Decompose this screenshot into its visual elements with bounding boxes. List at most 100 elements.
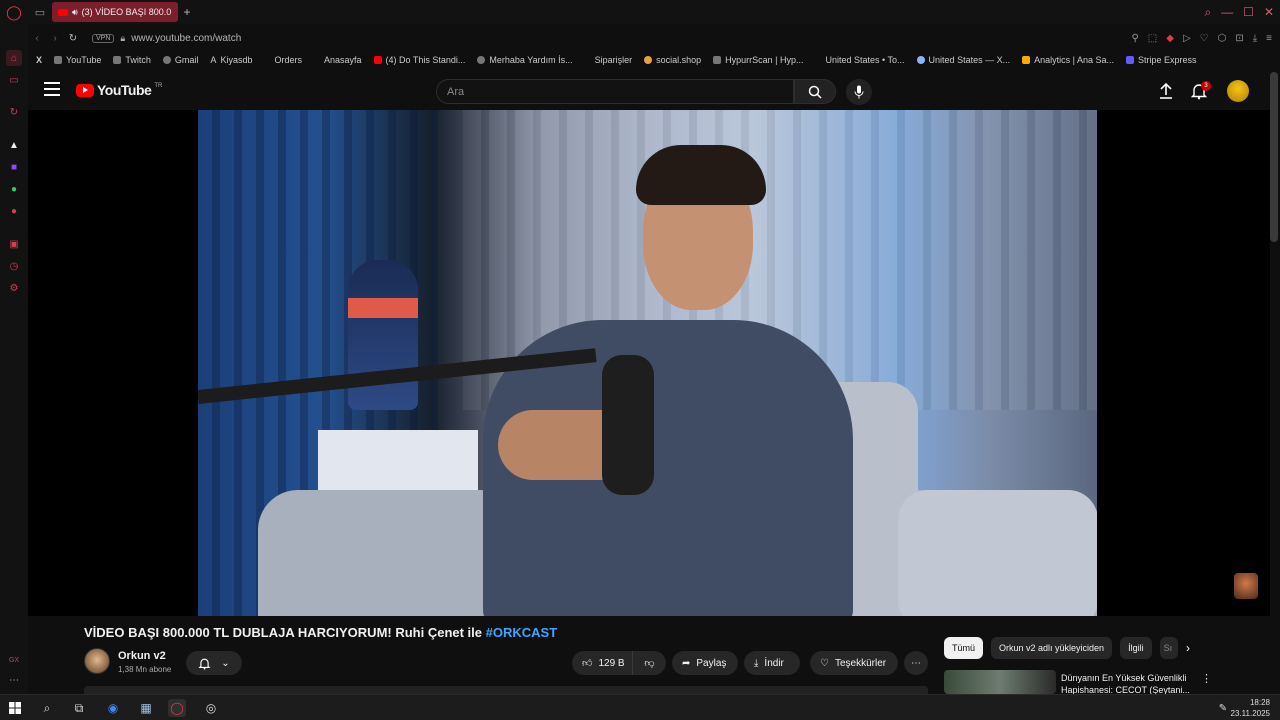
- taskbar-search-icon[interactable]: ⌕: [38, 699, 56, 717]
- page-scrollbar[interactable]: [1270, 72, 1278, 242]
- minimize-icon[interactable]: —: [1221, 5, 1233, 19]
- channel-watermark[interactable]: [1234, 573, 1258, 599]
- gx-cleaner-icon[interactable]: ↻: [6, 104, 22, 120]
- channel-name[interactable]: Orkun v2: [118, 650, 166, 662]
- bookmark-twitch[interactable]: Twitch: [113, 55, 151, 65]
- clock-date: 23.11.2025: [1230, 709, 1270, 718]
- play-icon[interactable]: ▷: [1183, 33, 1191, 44]
- heart-icon[interactable]: ♡: [1200, 33, 1209, 44]
- bookmark-social-shop[interactable]: social.shop: [644, 55, 701, 65]
- bookmark-do-this[interactable]: (4) Do This Standi...: [373, 55, 465, 65]
- extensions-icon[interactable]: ⬡: [1218, 33, 1227, 44]
- home-icon[interactable]: ⌂: [6, 50, 22, 66]
- chevron-right-icon[interactable]: ›: [1186, 641, 1190, 655]
- bookmark-icon[interactable]: ⊡: [1235, 33, 1243, 44]
- active-tab[interactable]: 🔊︎ (3) VİDEO BAŞI 800.0: [52, 2, 178, 22]
- snapshot-icon[interactable]: ⬚: [1148, 33, 1157, 44]
- search-tabs-icon[interactable]: ⌕: [1204, 5, 1211, 20]
- upload-icon[interactable]: [1158, 82, 1174, 100]
- video-player[interactable]: [28, 110, 1270, 616]
- forward-icon[interactable]: ›: [46, 33, 64, 44]
- recommendation-title[interactable]: Dünyanın En Yüksek Güvenlikli Hapishanes…: [1061, 672, 1201, 694]
- chrome-icon[interactable]: ◉: [104, 699, 122, 717]
- person-hair: [636, 145, 766, 205]
- gamepad-icon[interactable]: ▭: [6, 72, 22, 88]
- calculator-icon[interactable]: ▦: [137, 699, 155, 717]
- arrow-up-icon[interactable]: ▲: [6, 137, 22, 153]
- hamburger-menu-icon[interactable]: [44, 82, 60, 96]
- bookmark-stripe[interactable]: Stripe Express: [1125, 55, 1197, 65]
- bag-icon[interactable]: ▣: [6, 236, 22, 252]
- bookmark-anasayfa[interactable]: Anasayfa: [324, 55, 362, 65]
- youtube-logo[interactable]: YouTube TR: [76, 82, 162, 98]
- menu-icon[interactable]: ≡: [1266, 33, 1272, 44]
- opera-logo-icon[interactable]: ◯: [0, 0, 28, 24]
- vpn-badge[interactable]: VPN: [92, 33, 115, 43]
- window-controls: ⌕ — ☐ ✕: [1204, 0, 1274, 24]
- settings-icon[interactable]: ⚙: [6, 280, 22, 296]
- search-input[interactable]: Ara: [436, 79, 794, 104]
- chip-all[interactable]: Tümü: [944, 637, 984, 659]
- search-button[interactable]: [794, 79, 836, 104]
- chip-related[interactable]: İlgili: [1120, 637, 1152, 659]
- bookmark-label: Orders: [274, 55, 302, 65]
- url-field[interactable]: www.youtube.com/watch: [131, 33, 241, 44]
- chip-partial[interactable]: Sı: [1159, 637, 1178, 659]
- download-icon[interactable]: ⤓: [1253, 33, 1257, 44]
- system-clock[interactable]: 18:28 23.11.2025: [1231, 697, 1270, 719]
- bookmark-orders[interactable]: Orders: [274, 55, 302, 65]
- x-bookmark[interactable]: X: [36, 55, 42, 65]
- task-view-icon[interactable]: ⧉: [70, 699, 88, 717]
- description-box[interactable]: [84, 686, 928, 694]
- bookmark-merhaba[interactable]: Merhaba Yardım İs...: [477, 55, 573, 65]
- more-actions-button[interactable]: ⋯: [904, 651, 928, 675]
- bookmarks-bar: X YouTube Twitch Gmail A Kiyasdb Orders A…: [28, 50, 1280, 70]
- channel-avatar[interactable]: [84, 648, 110, 674]
- dislike-button[interactable]: 👎︎: [632, 651, 666, 675]
- hashtag-link[interactable]: #ORKCAST: [486, 625, 558, 640]
- globe-icon: [916, 56, 925, 64]
- bookmark-kiyasdb[interactable]: A Kiyasdb: [210, 55, 252, 65]
- speaker-icon[interactable]: 🔊︎: [72, 7, 78, 18]
- like-button[interactable]: 👍︎ 129 B: [572, 651, 632, 675]
- share-button[interactable]: ➦ Paylaş: [672, 651, 738, 675]
- voice-search-button[interactable]: [846, 79, 872, 105]
- download-button[interactable]: ⤓ İndir: [744, 651, 800, 675]
- bookmark-analytics[interactable]: Analytics | Ana Sa...: [1022, 55, 1114, 65]
- account-avatar[interactable]: [1227, 80, 1249, 102]
- twitch-icon[interactable]: ■: [6, 159, 22, 175]
- lock-icon[interactable]: 🔒︎: [120, 33, 125, 44]
- pocket-icon[interactable]: ◆: [1166, 33, 1174, 44]
- maximize-icon[interactable]: ☐: [1243, 5, 1254, 19]
- bookmark-hypurrscan[interactable]: HypurrScan | Hyp...: [713, 55, 804, 65]
- bookmark-label: social.shop: [656, 55, 702, 65]
- close-icon[interactable]: ✕: [1264, 5, 1274, 19]
- recommendation-menu-icon[interactable]: ⋮: [1201, 672, 1212, 685]
- bookmark-youtube[interactable]: YouTube: [54, 55, 101, 65]
- history-icon[interactable]: ◷: [6, 258, 22, 274]
- bookmark-united-states-1[interactable]: United States • To...: [826, 55, 905, 65]
- more-icon[interactable]: ⋯: [6, 672, 22, 688]
- more-icon: ⋯: [911, 657, 921, 669]
- bookmark-gmail[interactable]: Gmail: [162, 55, 198, 65]
- subscribed-notification-button[interactable]: ⌄: [186, 651, 242, 675]
- opera-gx-taskbar-icon[interactable]: ◯: [168, 699, 186, 717]
- windows-start-icon[interactable]: [6, 699, 24, 717]
- gx-icon[interactable]: GX: [6, 652, 22, 668]
- game-controller-icon[interactable]: ▭: [28, 0, 52, 24]
- video-frame[interactable]: [198, 110, 1097, 616]
- reload-icon[interactable]: ↻: [64, 33, 82, 44]
- discord-icon[interactable]: ●: [6, 203, 22, 219]
- bookmark-siparisler[interactable]: Siparişler: [595, 55, 633, 65]
- recommendation-thumbnail[interactable]: [944, 670, 1056, 694]
- thanks-button[interactable]: ♡ Teşekkürler: [810, 651, 898, 675]
- chip-from-uploader[interactable]: Orkun v2 adlı yükleyiciden: [991, 637, 1113, 659]
- new-tab-button[interactable]: +: [178, 5, 196, 19]
- pen-icon[interactable]: ✎: [1214, 699, 1232, 717]
- bookmark-united-states-2[interactable]: United States — X...: [916, 55, 1010, 65]
- back-icon[interactable]: ‹: [28, 33, 46, 44]
- pin-icon[interactable]: ⚲: [1131, 33, 1138, 44]
- whatsapp-icon[interactable]: ●: [6, 181, 22, 197]
- address-tools: ⚲ ⬚ ◆ ▷ ♡ ⬡ ⊡ ⤓ ≡: [1131, 33, 1272, 44]
- steam-icon[interactable]: ◎: [202, 699, 220, 717]
